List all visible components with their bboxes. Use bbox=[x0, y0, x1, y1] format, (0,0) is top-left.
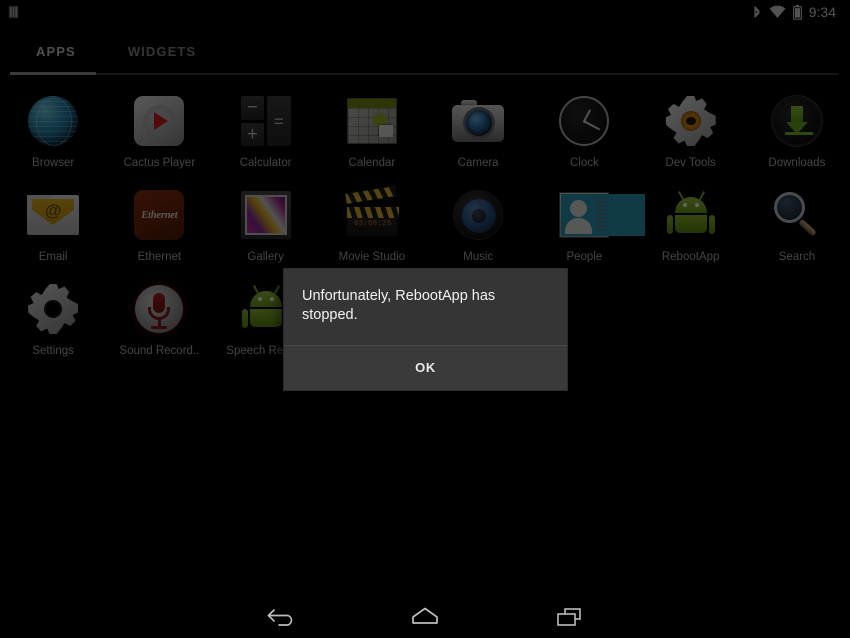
back-button[interactable] bbox=[257, 598, 305, 634]
navigation-bar bbox=[0, 594, 850, 638]
dialog-button-row: OK bbox=[284, 345, 567, 390]
android-tablet-screen: 9:34 APPS WIDGETS Browser Cactus Player bbox=[0, 0, 850, 638]
dialog-message: Unfortunately, RebootApp has stopped. bbox=[302, 288, 496, 323]
home-button[interactable] bbox=[401, 598, 449, 634]
ok-button[interactable]: OK bbox=[284, 345, 567, 390]
recent-apps-icon bbox=[557, 608, 581, 626]
back-arrow-icon bbox=[267, 609, 293, 626]
crash-dialog: Unfortunately, RebootApp has stopped. OK bbox=[283, 268, 568, 391]
recent-apps-button[interactable] bbox=[545, 598, 593, 634]
home-icon bbox=[412, 607, 438, 624]
